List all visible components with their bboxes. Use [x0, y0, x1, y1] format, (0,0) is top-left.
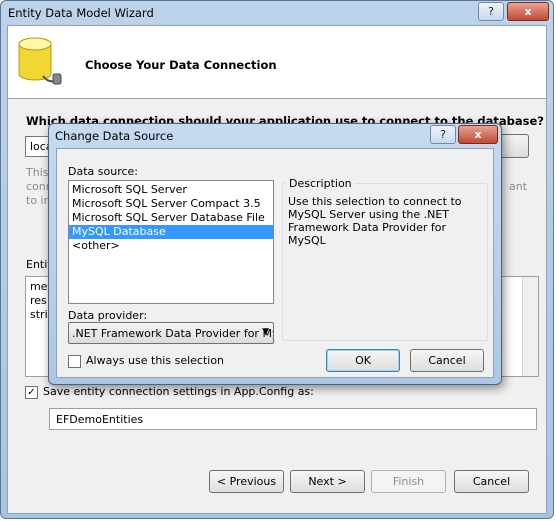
data-provider-value: .NET Framework Data Provider for MySQL: [72, 327, 273, 340]
description-text: Use this selection to connect to MySQL S…: [288, 195, 462, 247]
wizard-cancel-button[interactable]: Cancel: [454, 470, 529, 493]
always-use-label: Always use this selection: [86, 354, 225, 367]
entity-container-name-field[interactable]: EFDemoEntities: [49, 408, 537, 430]
data-source-list[interactable]: Microsoft SQL Server Microsoft SQL Serve…: [68, 180, 274, 304]
connection-warning-text-right: ant: [509, 180, 528, 193]
data-source-item[interactable]: <other>: [69, 239, 273, 253]
wizard-header-title: Choose Your Data Connection: [85, 58, 277, 72]
data-provider-combo[interactable]: .NET Framework Data Provider for MySQL ▼: [68, 322, 274, 344]
data-source-item[interactable]: Microsoft SQL Server Compact 3.5: [69, 197, 273, 211]
dialog-close-button[interactable]: x: [458, 125, 498, 144]
change-data-source-dialog: Change Data Source ? x Data source: Micr…: [48, 123, 502, 385]
save-settings-label: Save entity connection settings in App.C…: [43, 385, 314, 398]
wizard-title: Entity Data Model Wizard: [8, 6, 154, 20]
database-icon: [18, 37, 62, 85]
connection-string-scrollbar[interactable]: [522, 277, 538, 376]
dialog-help-button[interactable]: ?: [430, 125, 456, 144]
always-use-checkbox[interactable]: [68, 355, 81, 368]
help-button[interactable]: ?: [478, 2, 504, 21]
data-source-item[interactable]: Microsoft SQL Server: [69, 183, 273, 197]
dialog-body: Data source: Microsoft SQL Server Micros…: [56, 148, 494, 378]
save-settings-checkbox[interactable]: ✓: [25, 386, 38, 399]
finish-button[interactable]: Finish: [371, 470, 446, 493]
previous-button[interactable]: < Previous: [209, 470, 284, 493]
data-source-item-selected[interactable]: MySQL Database: [69, 225, 273, 239]
data-source-item[interactable]: Microsoft SQL Server Database File: [69, 211, 273, 225]
close-button[interactable]: x: [507, 2, 549, 21]
wizard-header: Choose Your Data Connection: [8, 26, 546, 99]
data-source-label: Data source:: [68, 165, 138, 178]
description-label: Description: [286, 177, 355, 190]
chevron-down-icon: ▼: [262, 327, 269, 337]
ok-button[interactable]: OK: [326, 349, 400, 372]
next-button[interactable]: Next >: [290, 470, 365, 493]
data-provider-label: Data provider:: [68, 309, 148, 322]
dialog-cancel-button[interactable]: Cancel: [410, 349, 484, 372]
dialog-title: Change Data Source: [55, 129, 174, 143]
